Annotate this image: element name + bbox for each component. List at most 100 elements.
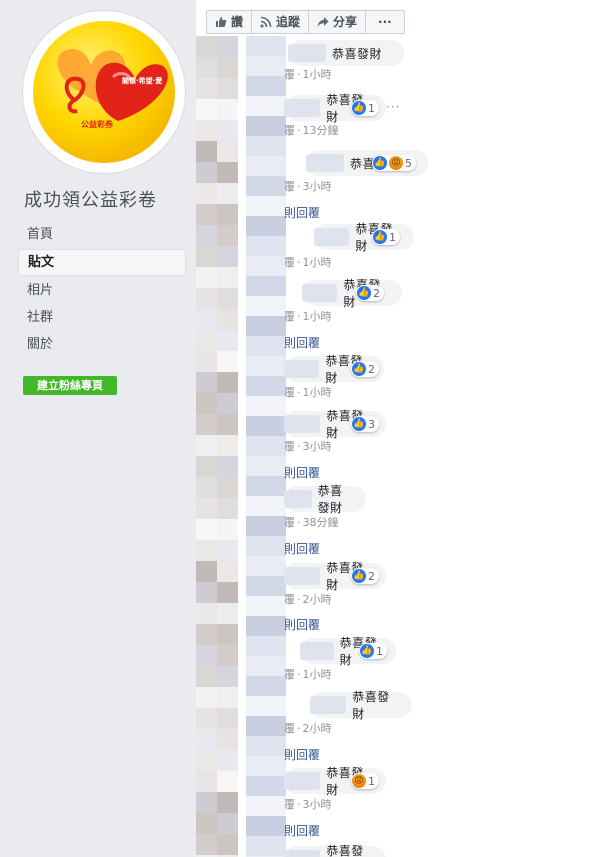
comment-timestamp[interactable]: 1小時	[303, 668, 332, 681]
reply-label-fragment[interactable]: 覆	[284, 722, 295, 735]
angry-reaction-icon: 😡	[352, 774, 366, 788]
more-options-button[interactable]: ···	[366, 11, 404, 33]
blurred-avatar-block	[196, 372, 217, 393]
comment-meta: 覆 · 2小時	[284, 720, 332, 736]
blurred-commenter-name[interactable]	[288, 44, 326, 62]
blurred-commenter-name[interactable]	[284, 99, 321, 117]
reaction-count[interactable]: 😡 1	[351, 773, 379, 789]
blurred-avatar-block	[196, 246, 217, 267]
reply-label-fragment[interactable]: 覆	[284, 593, 295, 606]
blurred-commenter-name[interactable]	[306, 154, 344, 172]
comment-timestamp[interactable]: 3小時	[303, 180, 332, 193]
reaction-count[interactable]: 👍 2	[356, 285, 384, 301]
blurred-avatar-block	[196, 477, 217, 498]
page-title[interactable]: 成功領公益彩卷	[24, 186, 157, 212]
reply-label-fragment[interactable]: 覆	[284, 124, 295, 137]
angry-reaction-icon: 😡	[389, 156, 403, 170]
comment-timestamp[interactable]: 2小時	[303, 722, 332, 735]
blurred-name-block	[246, 796, 286, 816]
reaction-count[interactable]: 👍 1	[351, 100, 379, 116]
reaction-count[interactable]: 👍 1	[372, 229, 400, 245]
nav-item-about[interactable]: 關於	[18, 332, 186, 357]
reply-label-fragment[interactable]: 覆	[284, 68, 295, 81]
reply-label-fragment[interactable]: 覆	[284, 310, 295, 323]
blurred-avatar-block	[196, 204, 217, 225]
share-button[interactable]: 分享	[309, 11, 367, 33]
nav-item-home[interactable]: 首頁	[18, 222, 186, 247]
blurred-avatar-block	[196, 666, 217, 687]
reaction-count[interactable]: 👍 😡 5	[372, 155, 416, 171]
comment-timestamp[interactable]: 1小時	[303, 386, 332, 399]
reply-label-fragment[interactable]: 覆	[284, 180, 295, 193]
blurred-name-block	[246, 336, 286, 356]
blurred-commenter-name[interactable]	[284, 850, 321, 857]
comment-timestamp[interactable]: 1小時	[303, 256, 332, 269]
follow-button[interactable]: 追蹤	[252, 11, 310, 33]
blurred-commenter-name[interactable]	[310, 696, 347, 714]
reply-label-fragment[interactable]: 覆	[284, 256, 295, 269]
comment-bubble[interactable]: 恭喜發財	[288, 40, 404, 66]
meta-separator: ·	[297, 798, 301, 811]
page-avatar[interactable]: 關懷·希望·愛 公益彩券	[22, 10, 186, 174]
reply-label-fragment[interactable]: 覆	[284, 440, 295, 453]
like-reaction-icon: 👍	[352, 362, 366, 376]
blurred-commenter-name[interactable]	[284, 415, 321, 433]
view-replies-link[interactable]: 則回覆	[284, 464, 320, 481]
blurred-commenter-name[interactable]	[284, 360, 320, 378]
comment-timestamp[interactable]: 1小時	[303, 310, 332, 323]
comment-bubble[interactable]: 恭喜發財	[310, 690, 412, 721]
view-replies-link[interactable]: 則回覆	[284, 746, 320, 763]
blurred-commenter-name[interactable]	[314, 228, 350, 246]
reaction-count[interactable]: 👍 3	[351, 416, 379, 432]
blurred-avatar-block	[217, 729, 238, 750]
blurred-avatar-block	[196, 519, 217, 540]
blurred-commenter-name[interactable]	[302, 284, 338, 302]
nav-item-community[interactable]: 社群	[18, 305, 186, 330]
comment-bubble[interactable]: 恭喜發財	[284, 844, 386, 857]
comment-meta: 覆 · 2小時	[284, 591, 332, 607]
blurred-avatar-block	[217, 120, 238, 141]
nav-item-posts[interactable]: 貼文	[18, 249, 186, 276]
view-replies-link[interactable]: 則回覆	[284, 822, 320, 839]
comment-bubble[interactable]: 恭喜發財	[302, 278, 402, 309]
meta-separator: ·	[297, 722, 301, 735]
comment-timestamp[interactable]: 38分鐘	[303, 516, 339, 529]
view-replies-link[interactable]: 則回覆	[284, 334, 320, 351]
reaction-count[interactable]: 👍 2	[351, 361, 379, 377]
comment-timestamp[interactable]: 13分鐘	[303, 124, 339, 137]
reply-label-fragment[interactable]: 覆	[284, 668, 295, 681]
blurred-name-block	[246, 136, 286, 156]
nav-item-photos[interactable]: 相片	[18, 278, 186, 303]
blurred-name-block	[246, 296, 286, 316]
reaction-count[interactable]: 👍 2	[351, 568, 379, 584]
comment-timestamp[interactable]: 2小時	[303, 593, 332, 606]
blurred-avatar-block	[196, 162, 217, 183]
reply-label-fragment[interactable]: 覆	[284, 386, 295, 399]
blurred-commenter-name[interactable]	[284, 490, 312, 508]
view-replies-link[interactable]: 則回覆	[284, 204, 320, 221]
view-replies-link[interactable]: 則回覆	[284, 540, 320, 557]
blurred-avatar-block	[217, 351, 238, 372]
blurred-avatar-block	[196, 771, 217, 792]
blurred-avatar-block	[196, 435, 217, 456]
comment-bubble[interactable]: 恭喜發財	[284, 484, 366, 515]
comment-timestamp[interactable]: 3小時	[303, 798, 332, 811]
meta-separator: ·	[297, 256, 301, 269]
blurred-commenter-name[interactable]	[284, 567, 321, 585]
view-replies-link[interactable]: 則回覆	[284, 616, 320, 633]
blurred-name-block	[246, 456, 286, 476]
thumbs-up-icon	[216, 17, 227, 27]
blurred-commenter-name[interactable]	[284, 772, 321, 790]
comment-timestamp[interactable]: 1小時	[303, 68, 332, 81]
create-page-button[interactable]: 建立粉絲專頁	[23, 376, 117, 395]
comment-timestamp[interactable]: 3小時	[303, 440, 332, 453]
like-page-button[interactable]: 讚	[207, 11, 253, 33]
blurred-avatar-block	[196, 393, 217, 414]
reply-label-fragment[interactable]: 覆	[284, 516, 295, 529]
blurred-name-block	[246, 116, 286, 136]
comment-options-icon[interactable]: ···	[386, 100, 400, 114]
reply-label-fragment[interactable]: 覆	[284, 798, 295, 811]
reaction-count[interactable]: 👍 1	[359, 643, 387, 659]
like-reaction-icon: 👍	[373, 156, 387, 170]
blurred-commenter-name[interactable]	[300, 642, 334, 660]
